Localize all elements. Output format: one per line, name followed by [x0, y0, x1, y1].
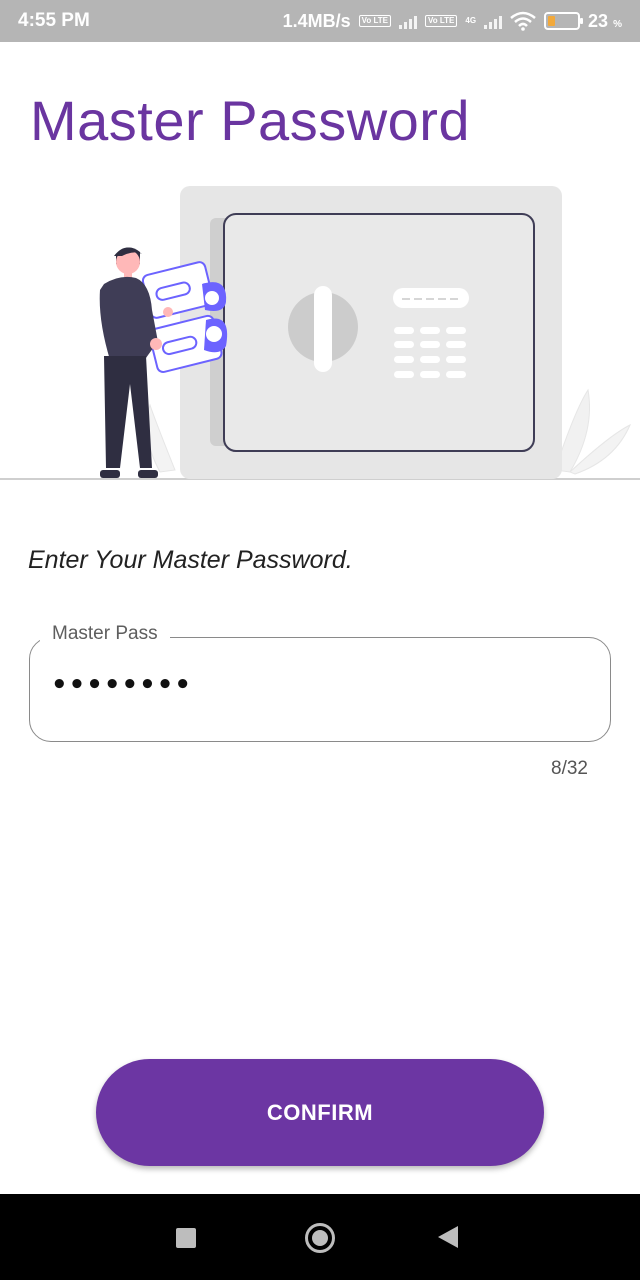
confirm-label: CONFIRM — [266, 1099, 374, 1125]
battery-icon — [544, 12, 584, 30]
confirm-button[interactable]: CONFIRM — [96, 1059, 544, 1166]
signal-icon — [399, 13, 417, 29]
home-button[interactable] — [280, 1194, 360, 1280]
network-type: 4G — [465, 16, 477, 25]
recent-apps-icon — [176, 1228, 196, 1248]
home-icon — [305, 1223, 335, 1253]
safe-illustration — [0, 186, 640, 480]
password-prompt: Enter Your Master Password. — [28, 546, 353, 574]
battery-percent: 23 % — [588, 10, 622, 31]
page-title: Master Password — [30, 89, 471, 152]
master-pass-input[interactable]: •••••••• — [51, 670, 192, 700]
network-speed: 1.4MB/s — [282, 10, 351, 31]
master-pass-label: Master Pass — [40, 623, 170, 645]
back-icon — [438, 1226, 458, 1248]
volte-badge-2: Vo LTE — [425, 15, 458, 27]
signal-icon-2 — [484, 13, 503, 29]
volte-badge: Vo LTE — [358, 15, 391, 27]
character-counter: 8/32 — [551, 758, 588, 779]
master-pass-field[interactable]: Master Pass •••••••• — [29, 623, 611, 742]
back-button[interactable] — [410, 1194, 490, 1280]
recent-apps-button[interactable] — [146, 1194, 226, 1280]
status-indicators: 1.4MB/s Vo LTE Vo LTE 4G 23 % — [283, 11, 622, 32]
status-bar: 4:55 PM 1.4MB/s Vo LTE Vo LTE 4G 23 % — [0, 0, 640, 42]
status-time: 4:55 PM — [18, 10, 90, 31]
navigation-bar — [0, 1194, 640, 1280]
wifi-icon — [510, 11, 536, 31]
